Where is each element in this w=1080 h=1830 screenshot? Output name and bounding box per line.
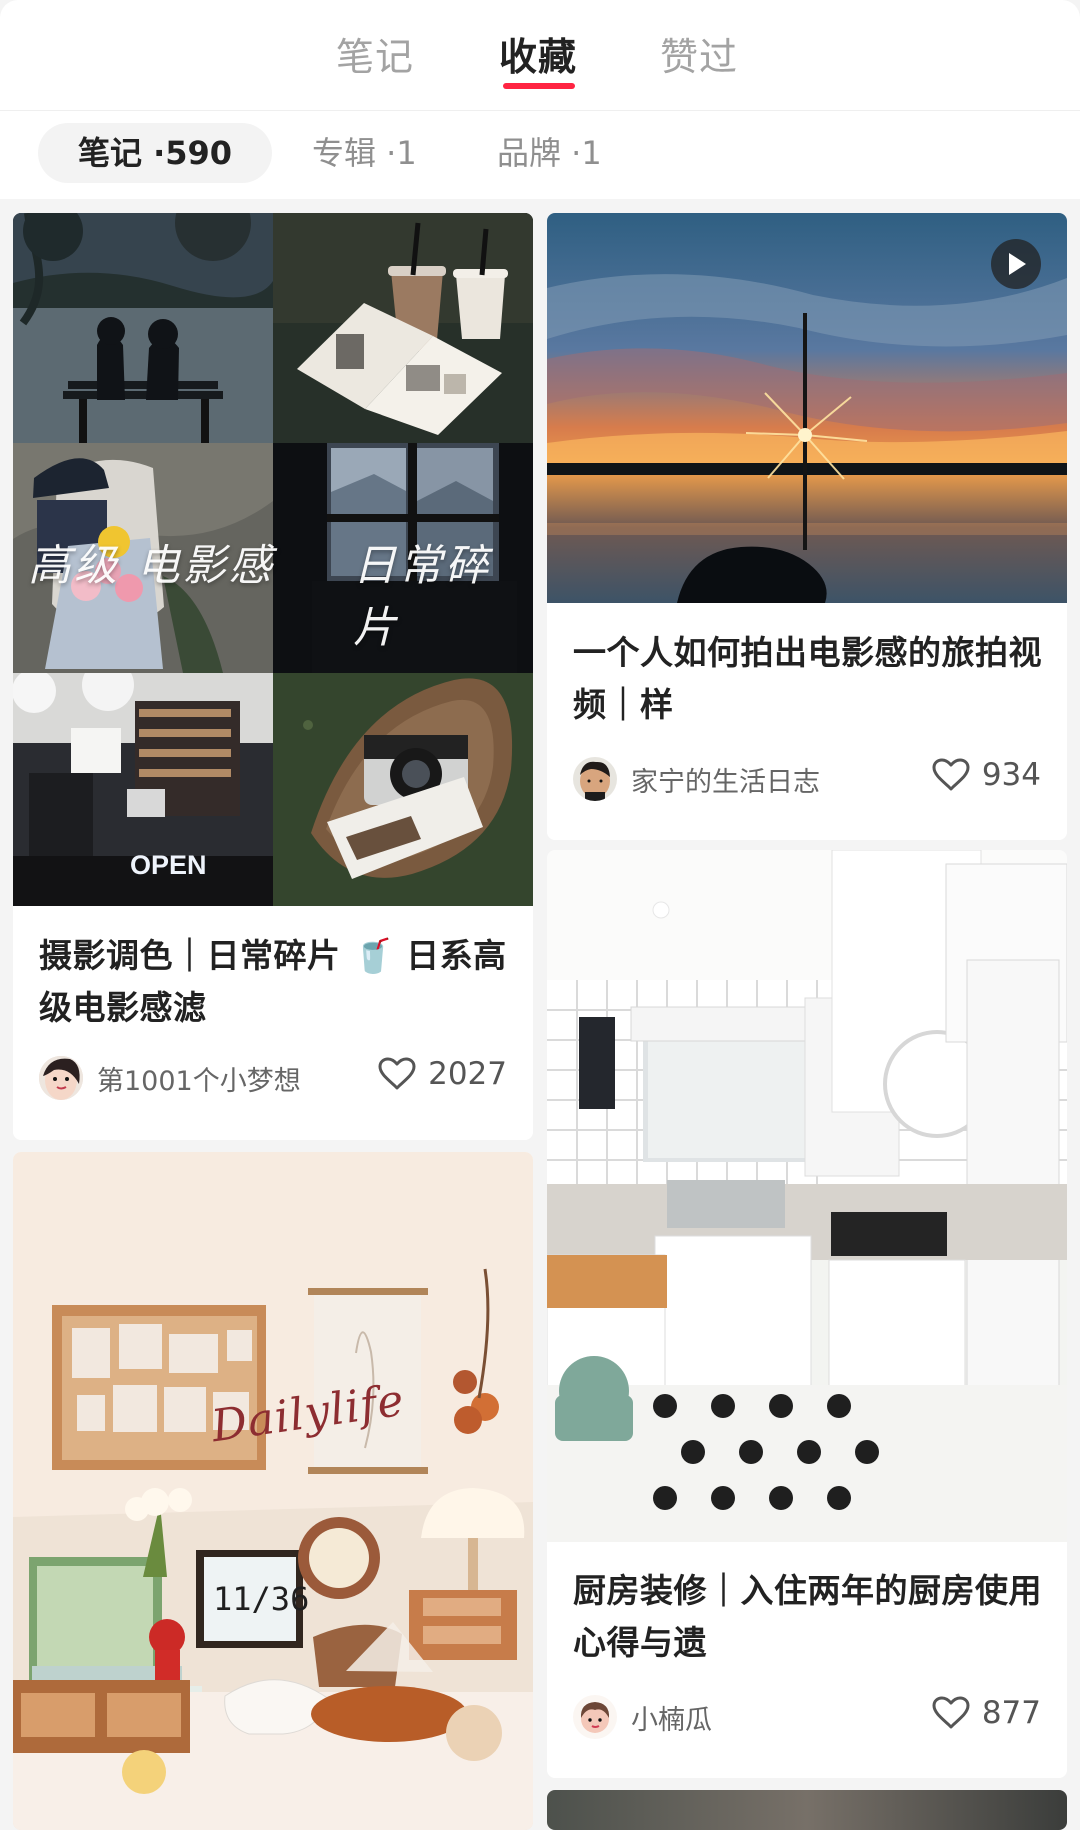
- tab-notes[interactable]: 笔记: [336, 26, 414, 81]
- note-title: 摄影调色｜日常碎片 🥤 日系高级电影感滤: [39, 936, 507, 1027]
- like-count: 934: [981, 757, 1041, 793]
- author-name: 家宁的生活日志: [631, 766, 820, 798]
- filter-notes[interactable]: 笔记 ·590: [38, 123, 272, 183]
- note-author[interactable]: 第1001个小梦想: [39, 1056, 301, 1100]
- favorites-page: 笔记 收藏 赞过 笔记 ·590 专辑 ·1 品牌 ·1 OPEN 高级 电影感…: [0, 0, 1080, 1830]
- note-title: 厨房装修｜入住两年的厨房使用心得与遗: [573, 1571, 1042, 1662]
- coffee-magazine-photo: [273, 213, 533, 443]
- note-card-partial[interactable]: [547, 1790, 1067, 1830]
- note-card[interactable]: 11/36 Dailylife: [13, 1152, 533, 1830]
- heart-outline-icon: [378, 1057, 416, 1090]
- play-icon: [991, 239, 1041, 289]
- like-button[interactable]: 934: [932, 757, 1041, 793]
- note-cover-kitchen: [547, 850, 1067, 1542]
- note-cover-partial: [547, 1790, 1067, 1830]
- tab-liked[interactable]: 赞过: [660, 26, 738, 81]
- svg-text:OPEN: OPEN: [130, 850, 207, 880]
- note-author[interactable]: 家宁的生活日志: [573, 757, 820, 801]
- like-count: 2027: [428, 1056, 507, 1092]
- svg-text:11/36: 11/36: [213, 1580, 309, 1618]
- active-tab-indicator: [503, 83, 575, 89]
- like-button[interactable]: 2027: [378, 1056, 507, 1092]
- profile-content-tabs: 笔记 收藏 赞过: [0, 0, 1080, 110]
- camera-basket-photo: [273, 673, 533, 906]
- avatar: [573, 757, 617, 801]
- avatar: [39, 1056, 83, 1100]
- author-name: 第1001个小梦想: [97, 1065, 301, 1097]
- like-count: 877: [981, 1695, 1041, 1731]
- favorites-filter-tabs: 笔记 ·590 专辑 ·1 品牌 ·1: [0, 110, 1080, 199]
- note-card[interactable]: 厨房装修｜入住两年的厨房使用心得与遗 小楠瓜 877: [547, 850, 1067, 1778]
- like-button[interactable]: 877: [932, 1695, 1041, 1731]
- note-cover-video: [547, 213, 1067, 603]
- filter-albums[interactable]: 专辑 ·1: [312, 123, 417, 183]
- note-cover-room: 11/36 Dailylife: [13, 1152, 533, 1830]
- tab-favorites[interactable]: 收藏: [499, 26, 577, 81]
- note-card[interactable]: 一个人如何拍出电影感的旅拍视频｜样 家宁的生活日志 934: [547, 213, 1067, 840]
- cover-overlay-text-left: 高级 电影感: [28, 541, 275, 591]
- note-author[interactable]: 小楠瓜: [573, 1695, 712, 1739]
- note-card[interactable]: OPEN 高级 电影感 日常碎片 摄影调色｜日常碎片 🥤 日系高级电影感滤 第1…: [13, 213, 533, 1140]
- filter-brands[interactable]: 品牌 ·1: [497, 123, 602, 183]
- dailylife-room-photo: 11/36: [13, 1152, 533, 1830]
- note-title: 一个人如何拍出电影感的旅拍视频｜样: [573, 633, 1042, 724]
- avatar: [573, 1695, 617, 1739]
- heart-outline-icon: [932, 758, 970, 791]
- kitchen-photo: [547, 850, 1067, 1542]
- cafe-photo: OPEN: [13, 673, 273, 906]
- lake-bench-photo: [13, 213, 273, 443]
- cover-overlay-text-right: 日常碎片: [353, 541, 491, 653]
- sunset-sparkler-photo: [547, 213, 1067, 603]
- author-name: 小楠瓜: [631, 1704, 712, 1736]
- heart-outline-icon: [932, 1696, 970, 1729]
- note-cover-collage: OPEN 高级 电影感 日常碎片: [13, 213, 533, 906]
